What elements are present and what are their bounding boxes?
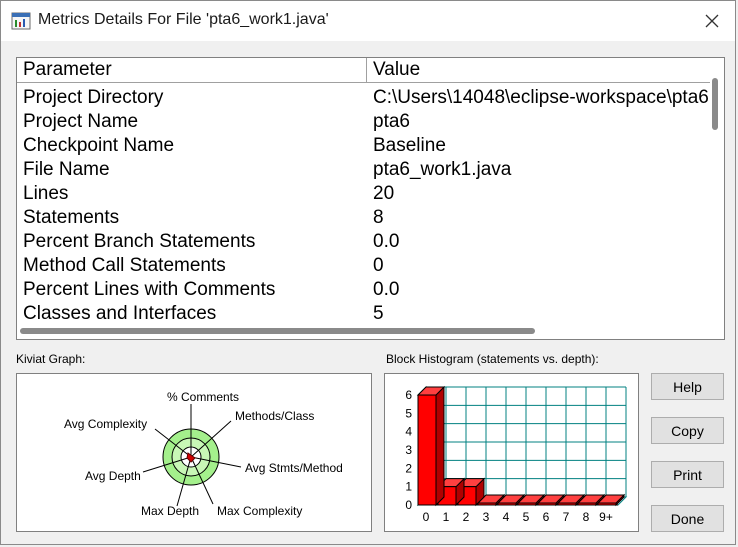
bar-front: [497, 502, 517, 506]
table-row[interactable]: Project Name pta6: [17, 110, 711, 134]
table-header: Parameter Value: [17, 58, 711, 83]
help-button[interactable]: Help: [651, 373, 724, 400]
value-cell: 20: [373, 183, 395, 204]
x-tick-label: 8: [583, 510, 590, 524]
value-cell: C:\Users\14048\eclipse-workspace\pta6: [373, 87, 709, 108]
bar-front: [417, 394, 437, 506]
x-tick-label: 4: [503, 510, 510, 524]
table-row[interactable]: Project Directory C:\Users\14048\eclipse-…: [17, 86, 711, 110]
x-tick-label: 9+: [599, 510, 613, 524]
horizontal-scroll-thumb[interactable]: [20, 328, 535, 334]
value-cell: pta6: [373, 111, 410, 132]
column-header-parameter[interactable]: Parameter: [17, 58, 367, 82]
print-button[interactable]: Print: [651, 461, 724, 488]
vertical-scrollbar[interactable]: [710, 58, 724, 323]
bar-front: [577, 502, 597, 506]
done-button[interactable]: Done: [651, 505, 724, 532]
table-row[interactable]: Lines 20: [17, 182, 711, 206]
kiviat-axis-label: Methods/Class: [235, 409, 314, 423]
value-cell: pta6_work1.java: [373, 159, 512, 180]
x-tick-label: 6: [543, 510, 550, 524]
bar-front: [537, 502, 557, 506]
y-tick-label: 4: [405, 425, 412, 439]
close-icon: [705, 14, 719, 28]
parameter-cell: File Name: [23, 159, 110, 180]
horizontal-scrollbar[interactable]: [17, 323, 711, 339]
value-cell: Baseline: [373, 135, 446, 156]
parameter-cell: Checkpoint Name: [23, 135, 175, 156]
kiviat-axis-label: Avg Complexity: [64, 417, 147, 431]
table-row[interactable]: Statements 8: [17, 206, 711, 230]
column-header-value[interactable]: Value: [367, 58, 711, 82]
kiviat-axis-label: Max Depth: [141, 504, 199, 518]
x-tick-label: 7: [563, 510, 570, 524]
y-tick-label: 2: [405, 461, 412, 475]
bar-side: [435, 385, 445, 507]
x-tick-label: 3: [483, 510, 490, 524]
kiviat-axis-label: Avg Stmts/Method: [245, 461, 343, 475]
parameter-cell: Percent Branch Statements: [23, 231, 256, 252]
x-tick-label: 1: [443, 510, 450, 524]
parameter-cell: Lines: [23, 183, 69, 204]
metrics-details-window: Metrics Details For File 'pta6_work1.jav…: [0, 0, 736, 545]
block-histogram: 0 1 2 3 4 5 6 0 1 2 3 4 5 6 7 8 9+: [384, 373, 639, 532]
table-body: Project Directory C:\Users\14048\eclipse-…: [17, 86, 711, 326]
parameter-cell: Statements: [23, 207, 120, 228]
kiviat-axis-label: Max Complexity: [217, 504, 302, 518]
y-tick-label: 1: [405, 480, 412, 494]
kiviat-graph: % Comments Methods/Class Avg Stmts/Method M…: [16, 373, 372, 532]
value-cell: 0: [373, 255, 384, 276]
y-tick-label: 6: [405, 388, 412, 402]
value-cell: 0.0: [373, 279, 400, 300]
value-cell: 0.0: [373, 231, 400, 252]
table-row[interactable]: Checkpoint Name Baseline: [17, 134, 711, 158]
bar-front: [477, 502, 497, 506]
x-tick-label: 5: [523, 510, 530, 524]
y-tick-label: 5: [405, 406, 412, 420]
table-row[interactable]: Percent Branch Statements 0.0: [17, 230, 711, 254]
x-tick-label: 0: [423, 510, 430, 524]
kiviat-axis-label: Avg Depth: [85, 469, 141, 483]
x-tick-label: 2: [463, 510, 470, 524]
table-row[interactable]: Method Call Statements 0: [17, 254, 711, 278]
vertical-scroll-thumb[interactable]: [712, 78, 718, 130]
y-tick-label: 3: [405, 443, 412, 457]
histogram-chart: 01234560 1 2 3 4 5 6 7 8 9+: [405, 385, 628, 524]
app-icon: [11, 12, 31, 30]
table-row[interactable]: File Name pta6_work1.java: [17, 158, 711, 182]
title-bar[interactable]: Metrics Details For File 'pta6_work1.jav…: [1, 1, 735, 41]
parameter-cell: Method Call Statements: [23, 255, 226, 276]
histogram-label: Block Histogram (statements vs. depth):: [386, 352, 599, 366]
value-cell: 8: [373, 207, 384, 228]
histogram-bar-0: [416, 385, 446, 507]
table-row[interactable]: Percent Lines with Comments 0.0: [17, 278, 711, 302]
window-title: Metrics Details For File 'pta6_work1.jav…: [38, 11, 329, 28]
kiviat-chart: % Comments Methods/Class Avg Stmts/Method M…: [64, 390, 343, 518]
close-button[interactable]: [689, 1, 735, 41]
y-tick-label: 0: [405, 498, 412, 512]
parameter-cell: Project Directory: [23, 87, 164, 108]
parameter-cell: Percent Lines with Comments: [23, 279, 276, 300]
bar-front: [597, 502, 617, 506]
bar-front: [557, 502, 577, 506]
metrics-table: Parameter Value Project Directory C:\User…: [16, 57, 725, 340]
copy-button[interactable]: Copy: [651, 417, 724, 444]
kiviat-graph-label: Kiviat Graph:: [16, 352, 86, 366]
bar-front: [517, 502, 537, 506]
kiviat-axis-label: % Comments: [167, 390, 239, 404]
parameter-cell: Project Name: [23, 111, 139, 132]
